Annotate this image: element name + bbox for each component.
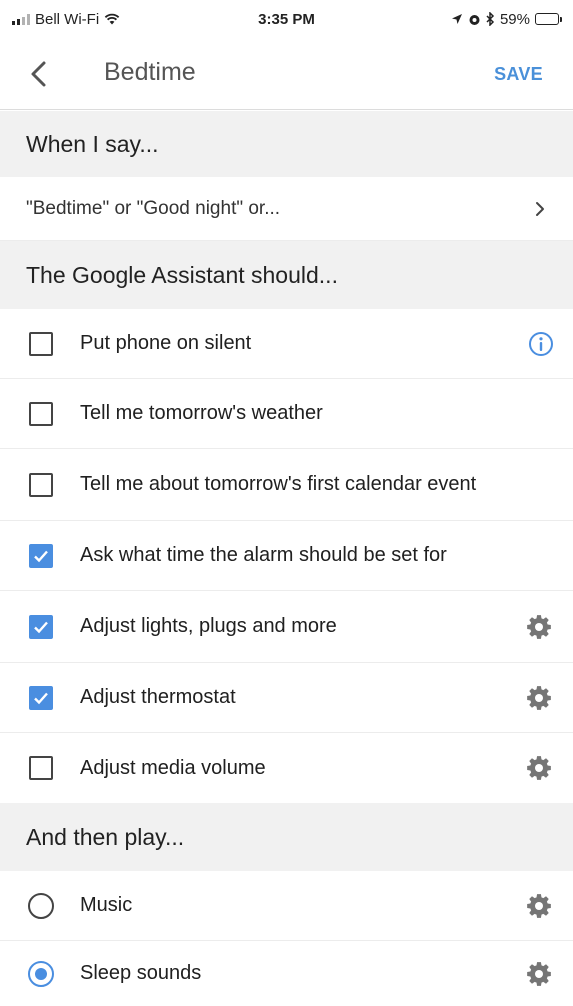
wifi-icon bbox=[104, 13, 120, 25]
section-header-trigger: When I say... bbox=[0, 111, 573, 177]
action-row-silent[interactable]: Put phone on silent bbox=[0, 309, 573, 379]
info-icon[interactable] bbox=[527, 330, 555, 358]
checkmark-icon bbox=[34, 621, 48, 633]
gear-icon[interactable] bbox=[525, 754, 553, 782]
cellular-signal-icon bbox=[12, 13, 30, 25]
app-bar: Bedtime SAVE bbox=[0, 38, 573, 110]
section-header-play: And then play... bbox=[0, 803, 573, 871]
chevron-right-icon bbox=[536, 201, 544, 216]
gear-icon[interactable] bbox=[525, 892, 553, 920]
checkbox[interactable] bbox=[29, 756, 53, 780]
battery-icon bbox=[535, 13, 562, 25]
action-label: Ask what time the alarm should be set fo… bbox=[80, 544, 447, 566]
action-label: Put phone on silent bbox=[80, 332, 252, 354]
action-row-alarm[interactable]: Ask what time the alarm should be set fo… bbox=[0, 521, 573, 591]
gear-icon[interactable] bbox=[525, 960, 553, 988]
page-title: Bedtime bbox=[104, 58, 196, 86]
action-row-thermostat[interactable]: Adjust thermostat bbox=[0, 663, 573, 733]
action-row-weather[interactable]: Tell me tomorrow's weather bbox=[0, 379, 573, 449]
status-left: Bell Wi-Fi bbox=[12, 11, 120, 28]
status-bar: Bell Wi-Fi 3:35 PM 59% bbox=[0, 0, 573, 38]
checkbox-checked[interactable] bbox=[29, 614, 53, 639]
action-label: Adjust media volume bbox=[80, 756, 266, 779]
action-label: Adjust lights, plugs and more bbox=[80, 615, 337, 637]
checkbox[interactable] bbox=[29, 401, 53, 426]
checkmark-icon bbox=[34, 692, 48, 704]
play-option-label: Sleep sounds bbox=[80, 962, 202, 984]
back-arrow-icon[interactable] bbox=[24, 58, 56, 90]
play-option-music[interactable]: Music bbox=[0, 871, 573, 941]
action-label: Tell me tomorrow's weather bbox=[80, 402, 323, 424]
action-row-calendar[interactable]: Tell me about tomorrow's first calendar … bbox=[0, 449, 573, 521]
checkbox-checked[interactable] bbox=[29, 685, 53, 710]
checkbox[interactable] bbox=[29, 331, 53, 356]
action-label: Adjust thermostat bbox=[80, 686, 236, 708]
radio-button-selected[interactable] bbox=[28, 960, 54, 987]
alarm-icon bbox=[469, 14, 480, 25]
action-row-media-volume[interactable]: Adjust media volume bbox=[0, 733, 573, 803]
action-label: Tell me about tomorrow's first calendar … bbox=[80, 473, 477, 495]
battery-percent: 59% bbox=[499, 10, 530, 28]
trigger-phrases-row[interactable]: "Bedtime" or "Good night" or... bbox=[0, 177, 573, 241]
play-option-label: Music bbox=[80, 894, 133, 916]
location-arrow-icon bbox=[451, 14, 462, 24]
trigger-phrases-label: "Bedtime" or "Good night" or... bbox=[26, 197, 281, 219]
checkmark-icon bbox=[34, 550, 48, 562]
bluetooth-icon bbox=[486, 12, 495, 26]
gear-icon[interactable] bbox=[525, 613, 553, 641]
checkbox-checked[interactable] bbox=[29, 543, 53, 568]
carrier-name: Bell Wi-Fi bbox=[35, 10, 100, 28]
checkbox[interactable] bbox=[29, 472, 53, 497]
action-row-lights[interactable]: Adjust lights, plugs and more bbox=[0, 591, 573, 663]
status-right: 59% bbox=[451, 10, 562, 28]
section-header-actions: The Google Assistant should... bbox=[0, 241, 573, 309]
gear-icon[interactable] bbox=[525, 684, 553, 712]
save-button[interactable]: SAVE bbox=[494, 64, 543, 85]
play-option-sleep-sounds[interactable]: Sleep sounds bbox=[0, 941, 573, 1006]
radio-button[interactable] bbox=[28, 892, 54, 919]
